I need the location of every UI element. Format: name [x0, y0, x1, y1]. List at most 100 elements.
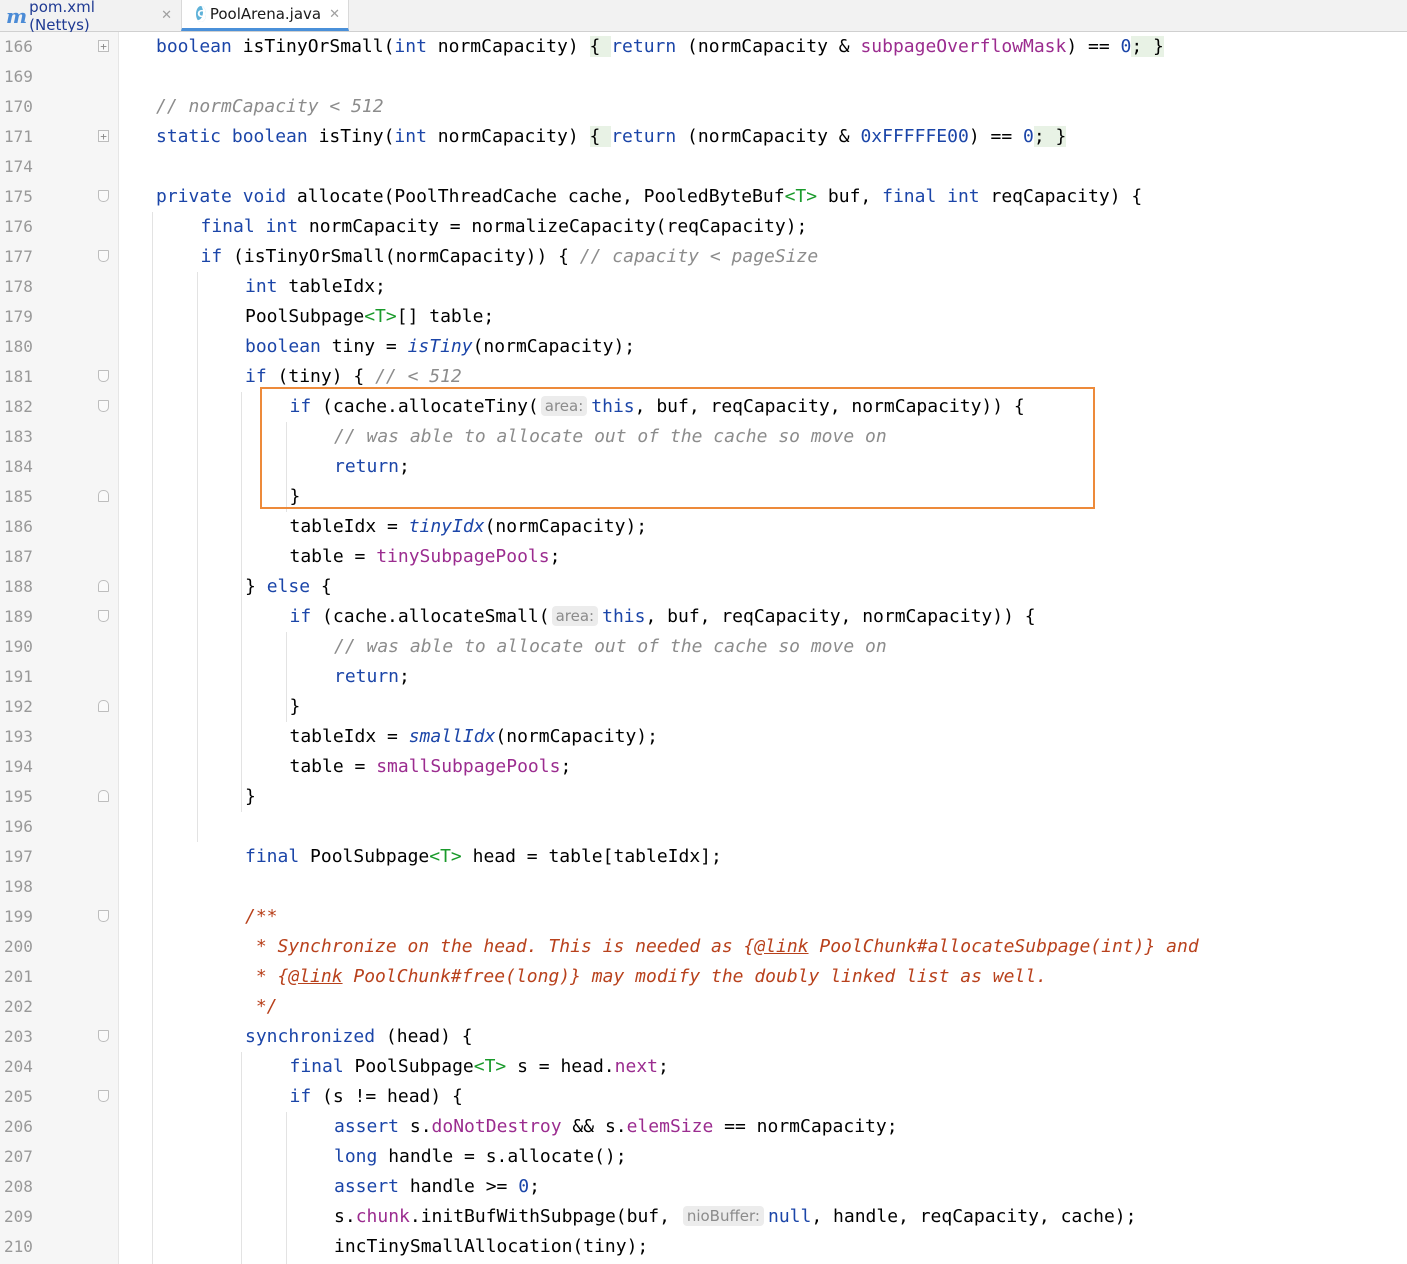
code-line[interactable]: 198 — [0, 872, 1407, 902]
line-number[interactable]: 195 — [4, 782, 38, 812]
code-line[interactable]: 189 if (cache.allocateSmall(area: this, bu… — [0, 602, 1407, 632]
code-line[interactable]: 193 tableIdx = smallIdx(normCapacity); — [0, 722, 1407, 752]
close-icon[interactable]: ✕ — [329, 7, 340, 22]
code-line[interactable]: 205 if (s != head) { — [0, 1082, 1407, 1112]
line-number[interactable]: 190 — [4, 632, 38, 662]
code-line[interactable]: 181 if (tiny) { // < 512 — [0, 362, 1407, 392]
line-number[interactable]: 206 — [4, 1112, 38, 1142]
line-number[interactable]: 197 — [4, 842, 38, 872]
code-line[interactable]: 170 // normCapacity < 512 — [0, 92, 1407, 122]
line-number[interactable]: 202 — [4, 992, 38, 1022]
line-number[interactable]: 199 — [4, 902, 38, 932]
fold-collapse-icon[interactable] — [98, 190, 109, 202]
line-number[interactable]: 193 — [4, 722, 38, 752]
tab-pom-xml[interactable]: m pom.xml (Nettys) ✕ — [0, 0, 180, 34]
code-editor[interactable]: 166boolean isTinyOrSmall(int normCapacit… — [0, 32, 1407, 1264]
line-number[interactable]: 176 — [4, 212, 38, 242]
code-line[interactable]: 194 table = smallSubpagePools; — [0, 752, 1407, 782]
code-line[interactable]: 204 final PoolSubpage<T> s = head.next; — [0, 1052, 1407, 1082]
line-number[interactable]: 205 — [4, 1082, 38, 1112]
code-line[interactable]: 202 */ — [0, 992, 1407, 1022]
line-number[interactable]: 204 — [4, 1052, 38, 1082]
code-line[interactable]: 201 * {@link PoolChunk#free(long)} may m… — [0, 962, 1407, 992]
fold-collapse-icon[interactable] — [98, 700, 109, 712]
code-line[interactable]: 196 — [0, 812, 1407, 842]
code-line[interactable]: 186 tableIdx = tinyIdx(normCapacity); — [0, 512, 1407, 542]
fold-collapse-icon[interactable] — [98, 610, 109, 622]
line-number[interactable]: 178 — [4, 272, 38, 302]
line-number[interactable]: 196 — [4, 812, 38, 842]
code-line[interactable]: 171 static boolean isTiny(int normCapacit… — [0, 122, 1407, 152]
line-number[interactable]: 174 — [4, 152, 38, 182]
line-number[interactable]: 166 — [4, 32, 38, 62]
code-line[interactable]: 182 if (cache.allocateTiny(area: this, buf… — [0, 392, 1407, 422]
code-line[interactable]: 191 return; — [0, 662, 1407, 692]
line-number[interactable]: 210 — [4, 1232, 38, 1262]
fold-collapse-icon[interactable] — [98, 370, 109, 382]
line-number[interactable]: 183 — [4, 422, 38, 452]
line-number[interactable]: 209 — [4, 1202, 38, 1232]
line-number[interactable]: 169 — [4, 62, 38, 92]
code-line[interactable]: 190 // was able to allocate out of the ca… — [0, 632, 1407, 662]
code-line[interactable]: 185} — [0, 482, 1407, 512]
line-number[interactable]: 208 — [4, 1172, 38, 1202]
code-line[interactable]: 206 assert s.doNotDestroy && s.elemSize =… — [0, 1112, 1407, 1142]
code-line[interactable]: 195} — [0, 782, 1407, 812]
fold-collapse-icon[interactable] — [98, 1090, 109, 1102]
fold-collapse-icon[interactable] — [98, 580, 109, 592]
line-number[interactable]: 177 — [4, 242, 38, 272]
fold-expand-icon[interactable] — [98, 122, 109, 152]
code-line[interactable]: 199 /** — [0, 902, 1407, 932]
line-number[interactable]: 200 — [4, 932, 38, 962]
line-number[interactable]: 186 — [4, 512, 38, 542]
line-number[interactable]: 203 — [4, 1022, 38, 1052]
line-number[interactable]: 179 — [4, 302, 38, 332]
code-line[interactable]: 197 final PoolSubpage<T> head = table[tab… — [0, 842, 1407, 872]
line-number[interactable]: 207 — [4, 1142, 38, 1172]
fold-expand-icon[interactable] — [98, 32, 109, 62]
code-line[interactable]: 203 synchronized (head) { — [0, 1022, 1407, 1052]
line-number[interactable]: 181 — [4, 362, 38, 392]
code-line[interactable]: 184 return; — [0, 452, 1407, 482]
code-line[interactable]: 177 if (isTinyOrSmall(normCapacity)) { //… — [0, 242, 1407, 272]
line-number[interactable]: 182 — [4, 392, 38, 422]
line-number[interactable]: 188 — [4, 572, 38, 602]
code-line[interactable]: 209 s.chunk.initBufWithSubpage(buf, nioBu… — [0, 1202, 1407, 1232]
code-line[interactable]: 207 long handle = s.allocate(); — [0, 1142, 1407, 1172]
line-number[interactable]: 192 — [4, 692, 38, 722]
line-number[interactable]: 194 — [4, 752, 38, 782]
code-line[interactable]: 169 — [0, 62, 1407, 92]
line-number[interactable]: 171 — [4, 122, 38, 152]
code-line[interactable]: 178 int tableIdx; — [0, 272, 1407, 302]
code-line[interactable]: 176 final int normCapacity = normalizeCap… — [0, 212, 1407, 242]
fold-collapse-icon[interactable] — [98, 1030, 109, 1042]
code-line[interactable]: 180 boolean tiny = isTiny(normCapacity); — [0, 332, 1407, 362]
line-number[interactable]: 185 — [4, 482, 38, 512]
line-number[interactable]: 175 — [4, 182, 38, 212]
code-line[interactable]: 200 * Synchronize on the head. This is n… — [0, 932, 1407, 962]
line-number[interactable]: 180 — [4, 332, 38, 362]
line-number[interactable]: 184 — [4, 452, 38, 482]
fold-collapse-icon[interactable] — [98, 250, 109, 262]
fold-collapse-icon[interactable] — [98, 490, 109, 502]
close-icon[interactable]: ✕ — [161, 8, 172, 23]
code-line[interactable]: 179 PoolSubpage<T>[] table; — [0, 302, 1407, 332]
line-number[interactable]: 198 — [4, 872, 38, 902]
code-line[interactable]: 187 table = tinySubpagePools; — [0, 542, 1407, 572]
fold-collapse-icon[interactable] — [98, 400, 109, 412]
code-line[interactable]: 188} else { — [0, 572, 1407, 602]
code-line[interactable]: 210 incTinySmallAllocation(tiny); — [0, 1232, 1407, 1262]
line-number[interactable]: 201 — [4, 962, 38, 992]
code-line[interactable]: 166 boolean isTinyOrSmall(int normCapacit… — [0, 32, 1407, 62]
tab-poolarena-java[interactable]: C PoolArena.java ✕ — [181, 0, 349, 31]
line-number[interactable]: 170 — [4, 92, 38, 122]
code-line[interactable]: 174 — [0, 152, 1407, 182]
line-number[interactable]: 191 — [4, 662, 38, 692]
line-number[interactable]: 189 — [4, 602, 38, 632]
code-line[interactable]: 175 private void allocate(PoolThreadCache… — [0, 182, 1407, 212]
fold-collapse-icon[interactable] — [98, 790, 109, 802]
code-line[interactable]: 183 // was able to allocate out of the ca… — [0, 422, 1407, 452]
line-number[interactable]: 187 — [4, 542, 38, 572]
code-line[interactable]: 208 assert handle >= 0; — [0, 1172, 1407, 1202]
code-line[interactable]: 192} — [0, 692, 1407, 722]
